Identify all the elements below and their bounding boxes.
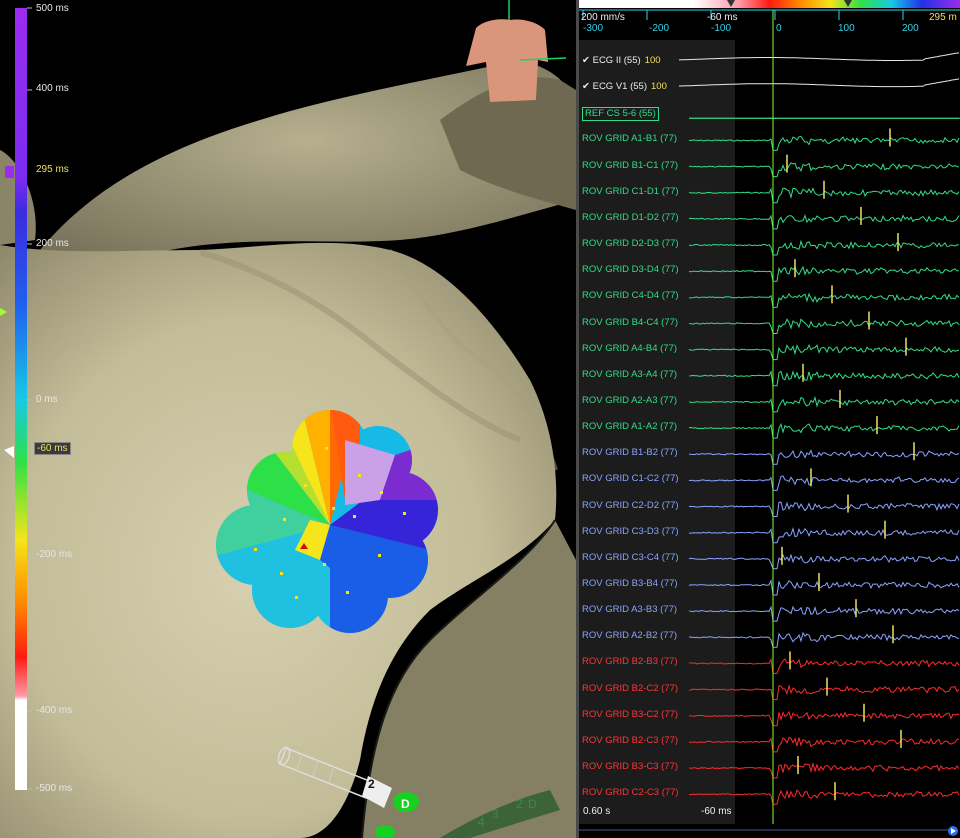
channel-name: ROV GRID B3-C3 (77) xyxy=(582,761,679,773)
channel-label[interactable]: ROV GRID B1-B2 (77) xyxy=(582,447,678,459)
channel-label[interactable]: ROV GRID D3-D4 (77) xyxy=(582,264,679,276)
channel-gain[interactable]: 100 xyxy=(645,55,661,66)
channel-label[interactable]: ROV GRID A1-B1 (77) xyxy=(582,133,677,145)
scale-label-window-max: 295 ms xyxy=(36,164,69,175)
channel-name: ROV GRID A2-A3 (77) xyxy=(582,394,678,406)
channel-name: ROV GRID C3-C4 (77) xyxy=(582,551,679,563)
channel-name: ROV GRID C4-D4 (77) xyxy=(582,290,679,302)
map-viewport[interactable]: 2 D 4 3 2 D 500 ms 400 ms 295 ms 200 ms … xyxy=(0,0,576,838)
scale-label-500: 500 ms xyxy=(36,3,69,14)
scale-label-minus-400: -400 ms xyxy=(36,705,73,716)
checkmark-icon: ✔ xyxy=(582,81,593,93)
channel-gain[interactable]: 100 xyxy=(651,81,667,92)
channel-label[interactable]: ROV GRID A2-B2 (77) xyxy=(582,630,677,642)
sweep-speed[interactable]: 200 mm/s xyxy=(581,12,625,23)
time-tick-label: -200 xyxy=(649,23,670,34)
channel-name: ROV GRID C3-D3 (77) xyxy=(582,525,679,537)
channel-label[interactable]: ROV GRID C4-D4 (77) xyxy=(582,290,679,302)
local-activation-markers xyxy=(781,128,915,801)
egm-viewer[interactable]: 200 mm/s -60 ms 295 m -300 -200 -100 0 1… xyxy=(579,0,960,838)
channel-label[interactable]: ROV GRID B1-C1 (77) xyxy=(582,160,678,172)
channel-label[interactable]: ROV GRID B2-B3 (77) xyxy=(582,656,678,668)
anatomy-canvas[interactable]: 2 D 4 3 2 D xyxy=(0,0,576,838)
channel-name: ROV GRID A4-B4 (77) xyxy=(582,342,678,354)
channel-name: ROV GRID A2-B2 (77) xyxy=(582,630,678,642)
time-ticks xyxy=(582,10,904,20)
channel-name: ROV GRID C1-C2 (77) xyxy=(582,473,679,485)
channel-name: ROV GRID B2-B3 (77) xyxy=(582,656,678,668)
color-scale-bar xyxy=(15,8,27,790)
channel-label[interactable]: ROV GRID D2-D3 (77) xyxy=(582,238,679,250)
scale-label-200: 200 ms xyxy=(36,238,69,249)
channel-name: ECG II (55) xyxy=(592,55,641,66)
channel-name: ROV GRID D3-D4 (77) xyxy=(582,264,679,276)
channel-label[interactable]: ROV GRID C2-C3 (77) xyxy=(582,787,679,799)
channel-label[interactable]: ROV GRID C2-D2 (77) xyxy=(582,500,679,512)
channel-name: ROV GRID D1-D2 (77) xyxy=(582,211,679,223)
channel-name: ROV GRID A1-A2 (77) xyxy=(582,421,678,433)
channel-name: ECG V1 (55) xyxy=(592,81,647,93)
channel-label[interactable]: REF CS 5-6 (55) xyxy=(582,107,659,122)
time-tick-label: 200 xyxy=(902,23,919,34)
window-end-label: 295 m xyxy=(929,12,957,23)
channel-label[interactable]: ✔ ECG V1 (55) 100 xyxy=(582,81,667,93)
catheter-electrode-label: 3 xyxy=(492,807,499,821)
channel-label[interactable]: ROV GRID C3-C4 (77) xyxy=(582,552,679,564)
scale-upper-handle[interactable] xyxy=(5,166,14,178)
scale-label-minus-200: -200 ms xyxy=(36,549,73,560)
catheter-electrode-label: D xyxy=(401,797,410,811)
channel-label[interactable]: ROV GRID A1-A2 (77) xyxy=(582,421,677,433)
time-tick-label: 100 xyxy=(838,23,855,34)
window-marker-label: -60 ms xyxy=(707,12,738,23)
channel-name: ROV GRID A1-B1 (77) xyxy=(582,133,678,145)
channel-label[interactable]: ROV GRID B3-C3 (77) xyxy=(582,761,678,773)
channel-name: ROV GRID B3-B4 (77) xyxy=(582,578,678,589)
channel-name: ROV GRID C1-D1 (77) xyxy=(582,185,679,197)
channel-name: ROV GRID B3-C2 (77) xyxy=(582,708,679,720)
channel-label[interactable]: ROV GRID A3-B3 (77) xyxy=(582,604,677,616)
egm-color-strip xyxy=(579,0,960,8)
checkmark-icon: ✔ xyxy=(582,55,593,66)
channel-label[interactable]: ROV GRID A4-B4 (77) xyxy=(582,343,677,355)
channel-name: ROV GRID B4-C4 (77) xyxy=(582,316,679,328)
channel-label[interactable]: ROV GRID A3-A4 (77) xyxy=(582,369,677,381)
channel-label[interactable]: ROV GRID B4-C4 (77) xyxy=(582,317,678,329)
scale-label-0: 0 ms xyxy=(36,394,58,405)
catheter-electrode-label: 4 xyxy=(478,815,485,829)
channel-label[interactable]: ROV GRID C3-D3 (77) xyxy=(582,526,679,538)
catheter-electrode-label: 2 xyxy=(516,797,523,811)
catheter-electrode-label: D xyxy=(528,797,537,811)
footer-marker: -60 ms xyxy=(701,806,732,817)
channel-name: ROV GRID D2-D3 (77) xyxy=(582,238,679,250)
time-tick-label: -100 xyxy=(711,23,732,34)
scale-label-minus-500: -500 ms xyxy=(36,783,73,794)
scale-label-400: 400 ms xyxy=(36,83,69,94)
time-tick-label: -300 xyxy=(583,23,604,34)
channel-label[interactable]: ROV GRID B2-C3 (77) xyxy=(582,735,678,747)
channel-name: ROV GRID A3-A4 (77) xyxy=(582,368,678,380)
channel-label[interactable]: ROV GRID C1-C2 (77) xyxy=(582,473,679,485)
channel-label[interactable]: ROV GRID B3-B4 (77) xyxy=(582,578,678,590)
channel-label[interactable]: ROV GRID A2-A3 (77) xyxy=(582,395,677,407)
channel-name: ROV GRID B2-C3 (77) xyxy=(582,734,679,746)
channel-name: ROV GRID B1-B2 (77) xyxy=(582,447,678,459)
channel-label[interactable]: ROV GRID C1-D1 (77) xyxy=(582,186,679,198)
channel-name: ROV GRID B1-C1 (77) xyxy=(582,159,679,171)
channel-label[interactable]: ROV GRID B3-C2 (77) xyxy=(582,709,678,721)
channel-name: REF CS 5-6 (55) xyxy=(585,108,656,120)
channel-label[interactable]: ROV GRID B2-C2 (77) xyxy=(582,683,678,695)
channel-name: ROV GRID A3-B3 (77) xyxy=(582,604,678,616)
channel-name: ROV GRID C2-D2 (77) xyxy=(582,499,679,511)
channel-label[interactable]: ✔ ECG II (55) 100 xyxy=(582,55,661,67)
channel-name: ROV GRID B2-C2 (77) xyxy=(582,682,679,694)
catheter-electrode-label: 2 xyxy=(368,777,375,791)
channel-label[interactable]: ROV GRID D1-D2 (77) xyxy=(582,212,679,224)
channel-name: ROV GRID C2-C3 (77) xyxy=(582,787,679,799)
time-tick-label: 0 xyxy=(776,23,782,34)
scale-label-window-min: -60 ms xyxy=(34,442,71,455)
window-duration: 0.60 s xyxy=(583,806,611,817)
